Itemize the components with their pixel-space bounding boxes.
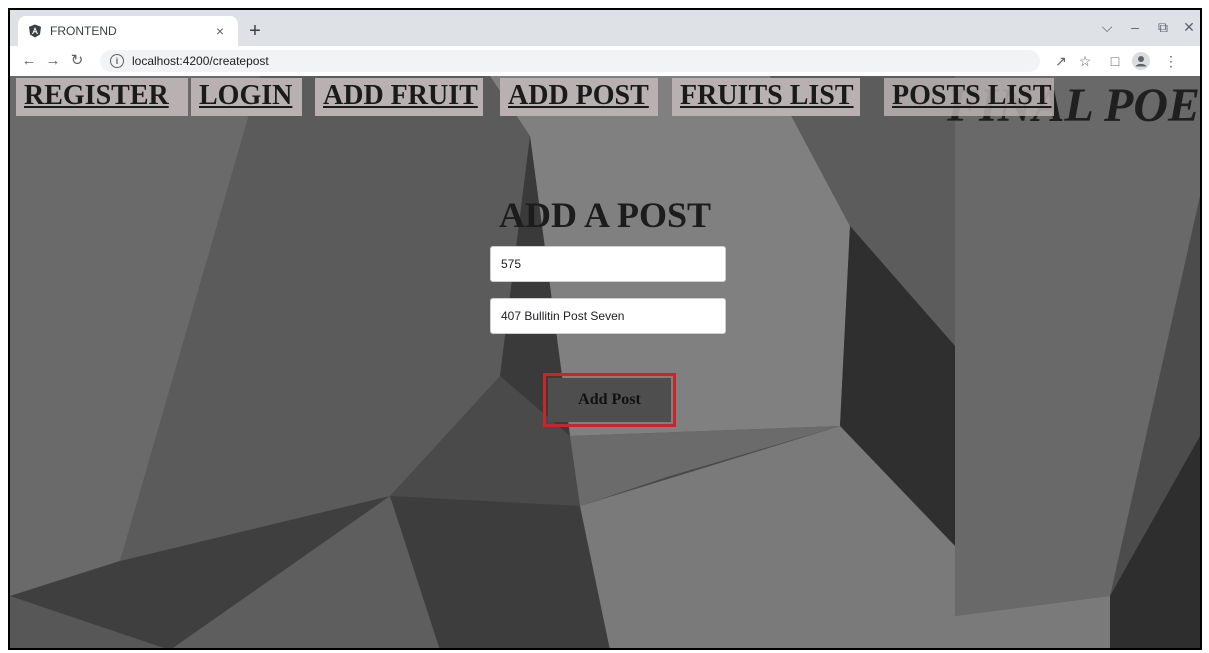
address-bar[interactable]: i localhost:4200/createpost bbox=[100, 50, 1040, 72]
minimize-icon[interactable]: – bbox=[1120, 16, 1150, 38]
close-icon[interactable]: × bbox=[212, 23, 228, 39]
top-navigation: FINAL POE REGISTER LOGIN ADD FRUIT ADD P… bbox=[10, 76, 1200, 132]
star-icon[interactable]: ☆ bbox=[1074, 50, 1096, 72]
forward-arrow-icon[interactable]: → bbox=[42, 49, 64, 73]
tab-title: FRONTEND bbox=[50, 24, 117, 38]
browser-window: FRONTEND × + ⌵ – ⧉ ✕ ← → ↻ i localhost:4… bbox=[8, 8, 1202, 650]
browser-toolbar: ← → ↻ i localhost:4200/createpost ↗ ☆ □ … bbox=[10, 46, 1200, 76]
post-text-input[interactable]: 407 Bullitin Post Seven bbox=[490, 298, 726, 334]
nav-link-fruits-list[interactable]: FRUITS LIST bbox=[672, 78, 860, 116]
page-title: ADD A POST bbox=[498, 195, 712, 235]
tab-strip: FRONTEND × + ⌵ – ⧉ ✕ bbox=[10, 10, 1200, 46]
browser-tab[interactable]: FRONTEND × bbox=[18, 16, 238, 46]
share-icon[interactable]: ↗ bbox=[1050, 50, 1072, 72]
sidebar-icon[interactable]: □ bbox=[1104, 50, 1126, 72]
back-arrow-icon[interactable]: ← bbox=[18, 49, 40, 73]
url-text: localhost:4200/createpost bbox=[132, 54, 269, 68]
background-image bbox=[10, 76, 1200, 648]
window-close-icon[interactable]: ✕ bbox=[1174, 16, 1200, 38]
page-content: FINAL POE REGISTER LOGIN ADD FRUIT ADD P… bbox=[10, 76, 1200, 648]
info-icon[interactable]: i bbox=[110, 54, 124, 68]
new-tab-button[interactable]: + bbox=[242, 18, 268, 44]
nav-link-add-post[interactable]: ADD POST bbox=[500, 78, 658, 116]
profile-icon[interactable] bbox=[1130, 50, 1152, 72]
menu-icon[interactable]: ⋮ bbox=[1160, 50, 1182, 72]
angular-logo-icon bbox=[29, 24, 41, 38]
post-id-input[interactable]: 575 bbox=[490, 246, 726, 282]
nav-link-add-fruit[interactable]: ADD FRUIT bbox=[315, 78, 483, 116]
nav-link-login[interactable]: LOGIN bbox=[191, 78, 302, 116]
reload-icon[interactable]: ↻ bbox=[66, 49, 88, 73]
nav-link-posts-list[interactable]: POSTS LIST bbox=[884, 78, 1054, 116]
add-post-button[interactable]: Add Post bbox=[548, 378, 671, 422]
chevron-down-icon[interactable]: ⌵ bbox=[1092, 16, 1122, 38]
nav-link-register[interactable]: REGISTER bbox=[16, 78, 188, 116]
